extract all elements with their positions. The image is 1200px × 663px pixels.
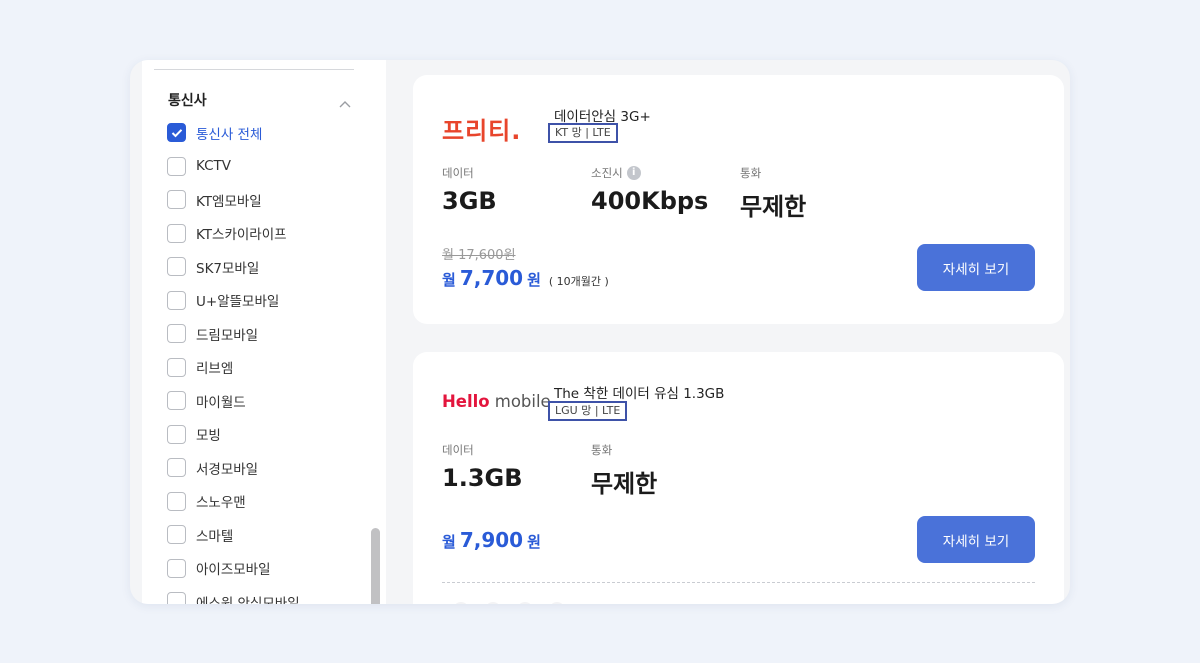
checkbox[interactable] xyxy=(167,156,186,176)
spec-call: 통화 무제한 xyxy=(740,165,806,222)
brand-logo: Hello mobile xyxy=(442,392,551,411)
spec-value: 무제한 xyxy=(591,470,658,498)
divider xyxy=(442,582,1035,583)
carrier-option[interactable]: 모빙 xyxy=(167,418,300,452)
carrier-label: KT엠모바일 xyxy=(196,193,262,210)
price-unit: 원 xyxy=(527,533,541,551)
app-window: 통신사 통신사 전체 KCTV KT엠모바일 KT스카이라이프 SK7모바일 U+알뜰모바… xyxy=(130,60,1070,604)
checkbox[interactable] xyxy=(167,324,186,344)
carrier-option[interactable]: 스마텔 xyxy=(167,518,300,552)
spec-value: 무제한 xyxy=(740,193,807,221)
price: 월 7,700 원 ( 10개월간 ) xyxy=(442,266,609,290)
benefit-icon xyxy=(549,602,565,604)
price: 월 7,900 원 xyxy=(442,528,541,552)
carrier-label: KT스카이라이프 xyxy=(196,227,287,244)
checkbox[interactable] xyxy=(167,223,186,243)
check-icon xyxy=(171,128,182,138)
carrier-option[interactable]: 통신사 전체 xyxy=(167,116,300,150)
spec-value: 1.3GB xyxy=(442,464,523,492)
plan-card: 프리티. 데이터안심 3G+ KT 망 | LTE 데이터 3GB 소진시 i … xyxy=(413,75,1064,324)
spec-data: 데이터 1.3GB xyxy=(442,442,523,492)
spec-label: 소진시 i xyxy=(591,165,708,181)
price-amount: 7,900 xyxy=(459,528,524,552)
carrier-label: 서경모바일 xyxy=(196,461,259,478)
checkbox[interactable] xyxy=(167,558,186,578)
checkbox[interactable] xyxy=(167,424,186,444)
checkbox[interactable] xyxy=(167,290,186,310)
carrier-option[interactable]: 아이즈모바일 xyxy=(167,552,300,586)
benefit-icon xyxy=(453,602,469,604)
carrier-option[interactable]: U+알뜰모바일 xyxy=(167,284,300,318)
benefit-icon xyxy=(517,602,533,604)
carrier-label: SK7모바일 xyxy=(196,260,260,277)
benefit-icon xyxy=(485,602,501,604)
carrier-option[interactable]: 스노우맨 xyxy=(167,485,300,519)
network-tag: LGU 망 | LTE xyxy=(548,401,628,421)
plan-name: 데이터안심 3G+ xyxy=(554,109,651,125)
carrier-option[interactable]: KT스카이라이프 xyxy=(167,217,300,251)
carrier-option[interactable]: 마이월드 xyxy=(167,384,300,418)
spec-label: 데이터 xyxy=(442,166,474,180)
benefit-icons xyxy=(453,602,565,604)
view-details-button[interactable]: 자세히 보기 xyxy=(917,516,1035,563)
carrier-list: 통신사 전체 KCTV KT엠모바일 KT스카이라이프 SK7모바일 U+알뜰모바일드림모… xyxy=(167,116,300,604)
original-price: 월 17,600원 xyxy=(442,248,516,263)
spec-label: 데이터 xyxy=(442,443,474,457)
brand-logo-part: Hello xyxy=(442,392,490,411)
checkbox[interactable] xyxy=(167,525,186,545)
carrier-option[interactable]: KT엠모바일 xyxy=(167,183,300,217)
filter-sidebar: 통신사 통신사 전체 KCTV KT엠모바일 KT스카이라이프 SK7모바일 U+알뜰모바… xyxy=(142,60,386,604)
spec-call: 통화 무제한 xyxy=(591,442,657,499)
spec-data: 데이터 3GB xyxy=(442,165,497,215)
spec-value: 400Kbps xyxy=(591,187,709,215)
checkbox[interactable] xyxy=(167,491,186,511)
carrier-label: 리브엠 xyxy=(196,361,234,378)
price-prefix: 월 xyxy=(442,271,456,289)
info-icon[interactable]: i xyxy=(626,166,641,180)
chevron-up-icon[interactable] xyxy=(338,94,352,108)
checkbox[interactable] xyxy=(167,391,186,411)
price-period: ( 10개월간 ) xyxy=(548,275,609,288)
checkbox[interactable] xyxy=(167,257,186,277)
carrier-label: 에스원 안심모바일 xyxy=(196,595,300,604)
filter-title: 통신사 xyxy=(168,93,207,109)
carrier-label: U+알뜰모바일 xyxy=(196,294,280,311)
brand-logo: 프리티. xyxy=(442,111,521,146)
carrier-option[interactable]: SK7모바일 xyxy=(167,250,300,284)
carrier-label: 아이즈모바일 xyxy=(196,562,271,579)
checkbox[interactable] xyxy=(167,458,186,478)
spec-throttle: 소진시 i 400Kbps xyxy=(591,165,708,215)
price-amount: 7,700 xyxy=(459,266,524,290)
carrier-label: 모빙 xyxy=(196,428,221,445)
spec-label: 통화 xyxy=(591,443,613,457)
carrier-label: 스노우맨 xyxy=(196,495,246,512)
scrollbar-thumb[interactable] xyxy=(371,528,380,604)
checkbox[interactable] xyxy=(167,123,186,143)
view-details-button[interactable]: 자세히 보기 xyxy=(917,244,1035,291)
carrier-option[interactable]: 드림모바일 xyxy=(167,317,300,351)
carrier-option[interactable]: KCTV xyxy=(167,150,300,184)
carrier-label: 마이월드 xyxy=(196,394,246,411)
brand-logo-text: 프리티. xyxy=(442,117,522,145)
plan-card: Hello mobile The 착한 데이터 유심 1.3GB LGU 망 |… xyxy=(413,352,1064,604)
checkbox[interactable] xyxy=(167,592,186,604)
carrier-option[interactable]: 리브엠 xyxy=(167,351,300,385)
plan-name: The 착한 데이터 유심 1.3GB xyxy=(554,386,725,402)
carrier-label: KCTV xyxy=(196,158,232,175)
spec-value: 3GB xyxy=(442,187,497,215)
network-tag: KT 망 | LTE xyxy=(548,123,618,143)
spec-label: 통화 xyxy=(740,166,762,180)
divider xyxy=(154,69,354,70)
checkbox[interactable] xyxy=(167,190,186,210)
price-unit: 원 xyxy=(527,271,541,289)
carrier-label: 통신사 전체 xyxy=(196,126,263,143)
checkbox[interactable] xyxy=(167,357,186,377)
carrier-option[interactable]: 에스원 안심모바일 xyxy=(167,585,300,604)
carrier-label: 스마텔 xyxy=(196,528,234,545)
carrier-label: 드림모바일 xyxy=(196,327,259,344)
brand-logo-part: mobile xyxy=(494,392,551,411)
carrier-option[interactable]: 서경모바일 xyxy=(167,451,300,485)
price-prefix: 월 xyxy=(442,533,456,551)
